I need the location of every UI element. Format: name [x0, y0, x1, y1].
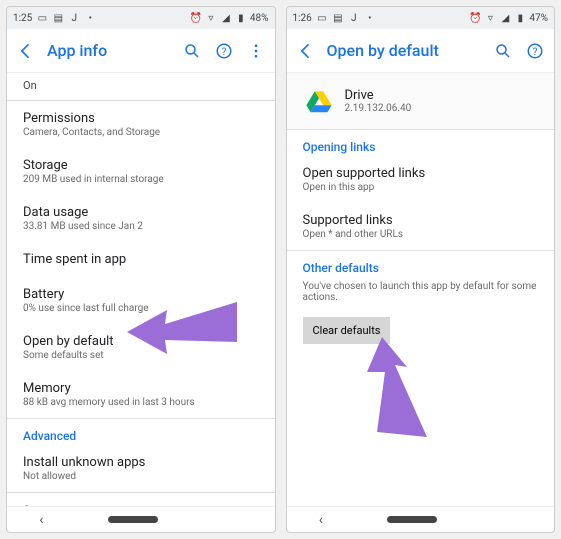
- svg-text:?: ?: [533, 46, 538, 57]
- content-scroll[interactable]: On Permissions Camera, Contacts, and Sto…: [7, 73, 275, 506]
- back-icon[interactable]: [15, 40, 37, 62]
- screen-open-by-default: 1:26 ▭ ▤ J • ⏰ ▿ ◢ ▮ 47% Open by default…: [286, 6, 556, 533]
- drive-icon: [305, 87, 333, 115]
- row-label: Permissions: [23, 111, 259, 126]
- row-label: Battery: [23, 287, 259, 302]
- app-info: Drive 2.19.132.06.40: [345, 88, 412, 114]
- notification-chat-icon: ▤: [332, 12, 344, 24]
- row-open-supported[interactable]: Open supported links Open in this app: [287, 156, 555, 203]
- row-sub: 33.81 MB used since Jan 2: [23, 221, 259, 232]
- signal-icon: ◢: [499, 12, 511, 24]
- nav-back-icon[interactable]: ‹: [39, 512, 43, 528]
- row-label: Data usage: [23, 205, 259, 220]
- row-label: Open by default: [23, 334, 259, 349]
- row-permissions[interactable]: Permissions Camera, Contacts, and Storag…: [7, 101, 275, 148]
- row-storage[interactable]: Storage 209 MB used in internal storage: [7, 148, 275, 195]
- row-label: Memory: [23, 381, 259, 396]
- notification-msg-icon: ▭: [36, 12, 48, 24]
- signal-icon: ◢: [220, 12, 232, 24]
- status-left: 1:25 ▭ ▤ J •: [13, 12, 96, 24]
- row-memory[interactable]: Memory 88 kB avg memory used in last 3 h…: [7, 371, 275, 418]
- row-label: Storage: [23, 158, 259, 173]
- row-label: Supported links: [303, 213, 539, 228]
- nav-back-icon[interactable]: ‹: [319, 512, 323, 528]
- svg-text:?: ?: [221, 46, 226, 57]
- notification-misc-icon: J: [68, 12, 80, 24]
- alarm-icon: ⏰: [190, 12, 202, 24]
- wifi-icon: ▿: [484, 12, 496, 24]
- screen-app-info: 1:25 ▭ ▤ J • ⏰ ▿ ◢ ▮ 48% App info ? On P…: [6, 6, 276, 533]
- status-right: ⏰ ▿ ◢ ▮ 47%: [469, 12, 548, 24]
- row-data-usage[interactable]: Data usage 33.81 MB used since Jan 2: [7, 195, 275, 242]
- back-icon[interactable]: [295, 40, 317, 62]
- row-sub: Camera, Contacts, and Storage: [23, 127, 259, 138]
- row-label: Open supported links: [303, 166, 539, 181]
- app-name: Drive: [345, 88, 412, 103]
- status-left: 1:26 ▭ ▤ J •: [293, 12, 376, 24]
- nav-bar: ‹: [287, 506, 555, 532]
- battery-icon: ▮: [514, 12, 526, 24]
- toggle-status: On: [7, 73, 275, 100]
- page-title: Open by default: [327, 41, 483, 60]
- notification-msg-icon: ▭: [316, 12, 328, 24]
- row-battery[interactable]: Battery 0% use since last full charge: [7, 277, 275, 324]
- row-sub: Some defaults set: [23, 350, 259, 361]
- status-time: 1:26: [293, 13, 312, 24]
- wifi-icon: ▿: [205, 12, 217, 24]
- row-sub: Open * and other URLs: [303, 229, 539, 240]
- status-battery: 48%: [250, 13, 269, 24]
- row-sub: 0% use since last full charge: [23, 303, 259, 314]
- row-sub: 88 kB avg memory used in last 3 hours: [23, 397, 259, 408]
- row-sub: Open in this app: [303, 182, 539, 193]
- alarm-icon: ⏰: [469, 12, 481, 24]
- nav-home-pill[interactable]: [387, 516, 437, 523]
- row-time-spent[interactable]: Time spent in app: [7, 242, 275, 277]
- search-icon[interactable]: [492, 40, 514, 62]
- row-label: Time spent in app: [23, 252, 259, 267]
- content-scroll[interactable]: Drive 2.19.132.06.40 Opening links Open …: [287, 73, 555, 506]
- notification-misc-icon: J: [348, 12, 360, 24]
- app-bar: App info ?: [7, 29, 275, 73]
- section-advanced[interactable]: Advanced: [7, 419, 275, 445]
- row-label: Install unknown apps: [23, 455, 259, 470]
- nav-bar: ‹: [7, 506, 275, 532]
- app-header: Drive 2.19.132.06.40: [287, 73, 555, 129]
- status-battery: 47%: [529, 13, 548, 24]
- row-sub: Not allowed: [23, 471, 259, 482]
- section-store[interactable]: Store: [7, 493, 275, 506]
- helper-text: You've chosen to launch this app by defa…: [287, 277, 555, 311]
- notification-chat-icon: ▤: [52, 12, 64, 24]
- status-bar: 1:25 ▭ ▤ J • ⏰ ▿ ◢ ▮ 48%: [7, 7, 275, 29]
- status-right: ⏰ ▿ ◢ ▮ 48%: [190, 12, 269, 24]
- notification-dot-icon: •: [364, 12, 376, 24]
- status-bar: 1:26 ▭ ▤ J • ⏰ ▿ ◢ ▮ 47%: [287, 7, 555, 29]
- clear-defaults-button[interactable]: Clear defaults: [303, 317, 391, 344]
- section-opening-links: Opening links: [287, 130, 555, 156]
- help-icon[interactable]: ?: [213, 40, 235, 62]
- page-title: App info: [47, 41, 171, 60]
- section-other-defaults: Other defaults: [287, 251, 555, 277]
- row-install-unknown[interactable]: Install unknown apps Not allowed: [7, 445, 275, 492]
- app-version: 2.19.132.06.40: [345, 103, 412, 114]
- row-supported-links[interactable]: Supported links Open * and other URLs: [287, 203, 555, 250]
- app-bar: Open by default ?: [287, 29, 555, 73]
- row-open-by-default[interactable]: Open by default Some defaults set: [7, 324, 275, 371]
- battery-icon: ▮: [235, 12, 247, 24]
- help-icon[interactable]: ?: [524, 40, 546, 62]
- search-icon[interactable]: [181, 40, 203, 62]
- overflow-icon[interactable]: [245, 40, 267, 62]
- notification-dot-icon: •: [84, 12, 96, 24]
- nav-home-pill[interactable]: [108, 516, 158, 523]
- status-time: 1:25: [13, 13, 32, 24]
- row-sub: 209 MB used in internal storage: [23, 174, 259, 185]
